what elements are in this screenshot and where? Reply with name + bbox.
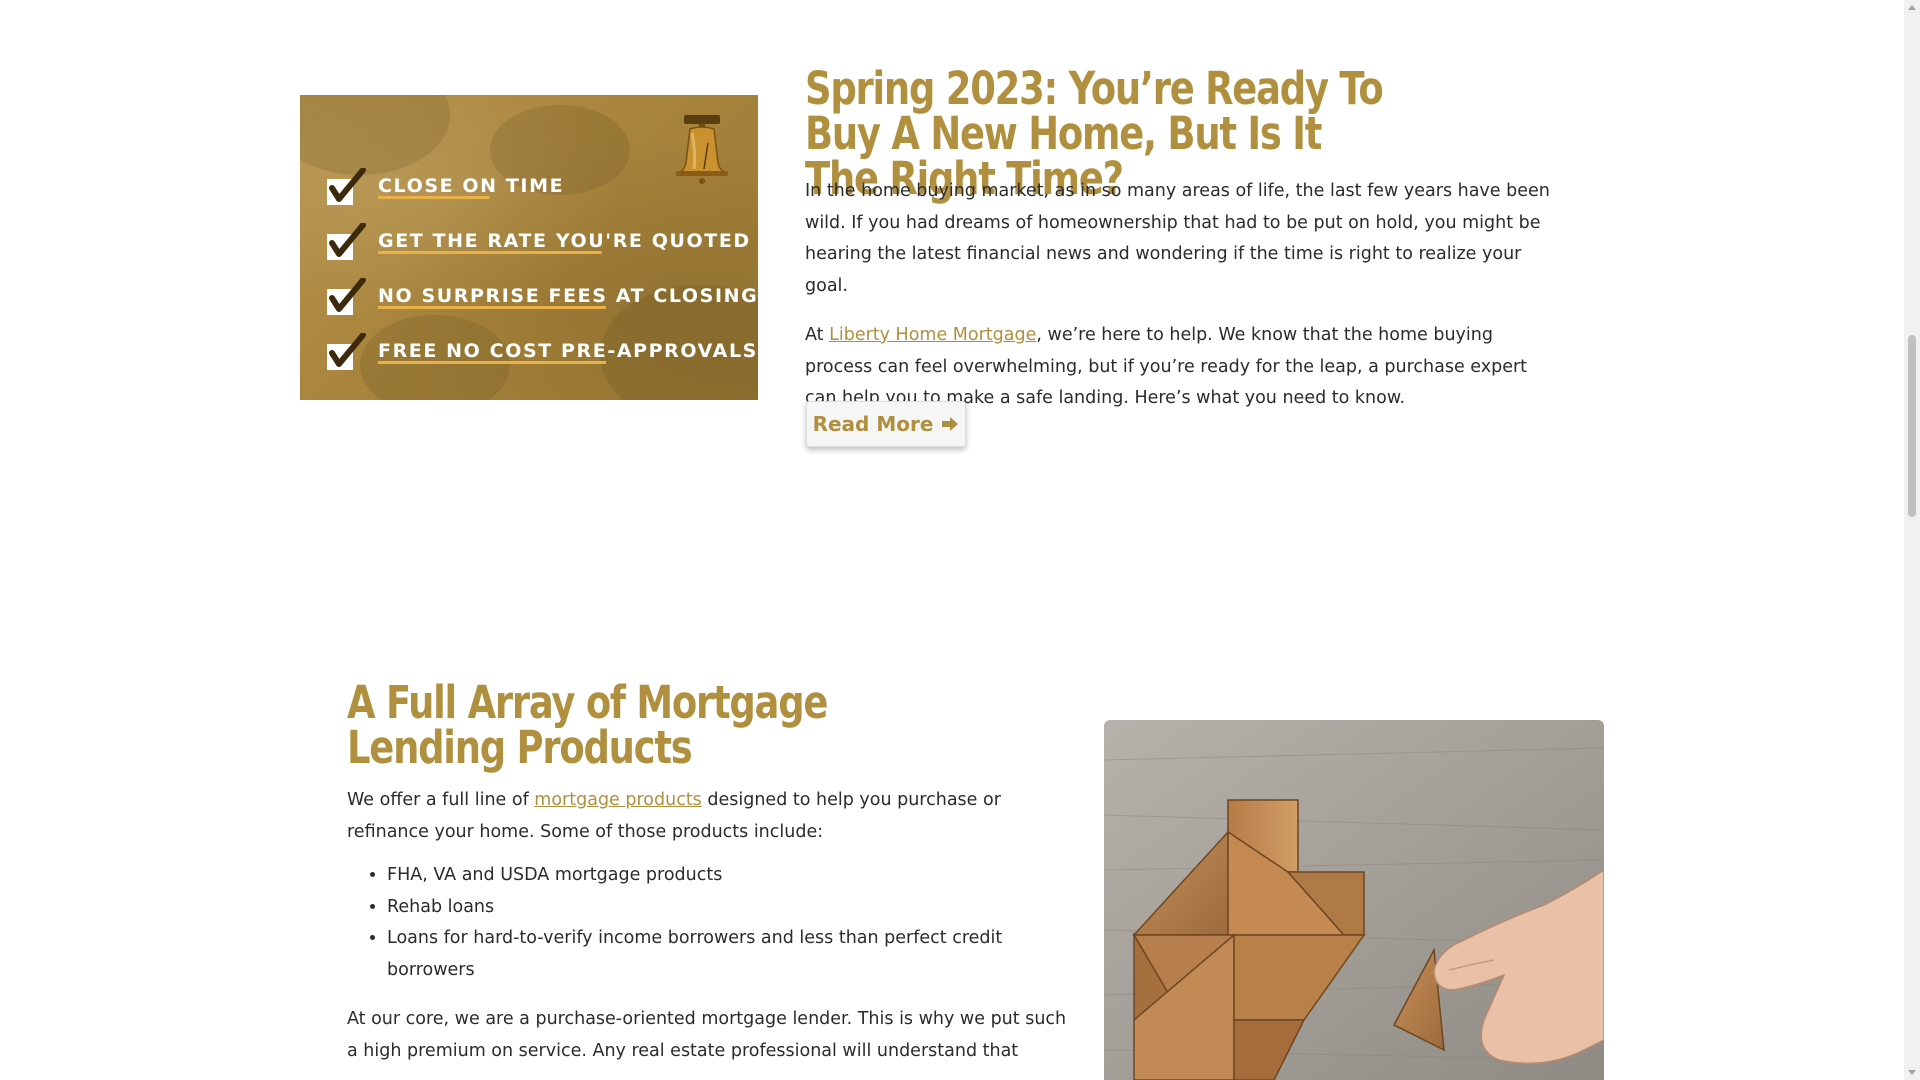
products-list: FHA, VA and USDA mortgage products Rehab… (347, 860, 1069, 986)
vertical-scrollbar[interactable] (1904, 0, 1920, 1080)
promo-item: NO SURPRISE FEES AT CLOSING (326, 269, 758, 324)
scroll-down-arrow-icon[interactable] (1908, 1070, 1916, 1075)
checkmark-icon (327, 277, 366, 315)
promo-list: CLOSE ON TIME GET THE RATE YOU'RE QUOTED… (326, 159, 758, 379)
checkmark-icon (327, 167, 366, 205)
promo-banner: CLOSE ON TIME GET THE RATE YOU'RE QUOTED… (300, 95, 758, 400)
mortgage-products-link[interactable]: mortgage products (534, 790, 702, 810)
checkmark-icon (327, 332, 366, 370)
read-more-button[interactable]: Read More (806, 401, 966, 447)
promo-item: CLOSE ON TIME (326, 159, 758, 214)
products-closing: At our core, we are a purchase-oriented … (347, 1009, 1067, 1061)
promo-item-label: NO SURPRISE FEES AT CLOSING (378, 284, 758, 309)
tangram-house-photo (1104, 720, 1604, 1080)
products-title: A Full Array of Mortgage Lending Product… (347, 676, 828, 774)
promo-item-label: FREE NO COST PRE-APPROVALS (378, 339, 758, 364)
checkmark-icon (327, 222, 366, 260)
list-item: Rehab loans (387, 892, 1069, 924)
promo-item-label: CLOSE ON TIME (378, 174, 565, 199)
article-text: At (805, 325, 830, 345)
promo-item: FREE NO COST PRE-APPROVALS (326, 324, 758, 379)
article-paragraph: In the home buying market, as in so many… (805, 181, 1550, 296)
liberty-home-mortgage-link[interactable]: Liberty Home Mortgage (829, 325, 1036, 345)
read-more-label: Read More (812, 412, 934, 436)
products-text: We offer a full line of (347, 790, 535, 810)
article-body: In the home buying market, as in so many… (805, 176, 1557, 433)
page: CLOSE ON TIME GET THE RATE YOU'RE QUOTED… (0, 0, 1920, 1080)
scrollbar-thumb[interactable] (1908, 335, 1916, 517)
scroll-up-arrow-icon[interactable] (1908, 5, 1916, 10)
promo-item-label: GET THE RATE YOU'RE QUOTED (378, 229, 751, 254)
promo-item: GET THE RATE YOU'RE QUOTED (326, 214, 758, 269)
list-item: Loans for hard-to-verify income borrower… (387, 923, 1069, 986)
arrow-right-icon (942, 417, 959, 431)
products-body: We offer a full line of mortgage product… (347, 785, 1069, 1080)
products-intro: We offer a full line of mortgage product… (347, 785, 1069, 848)
list-item: FHA, VA and USDA mortgage products (387, 860, 1069, 892)
